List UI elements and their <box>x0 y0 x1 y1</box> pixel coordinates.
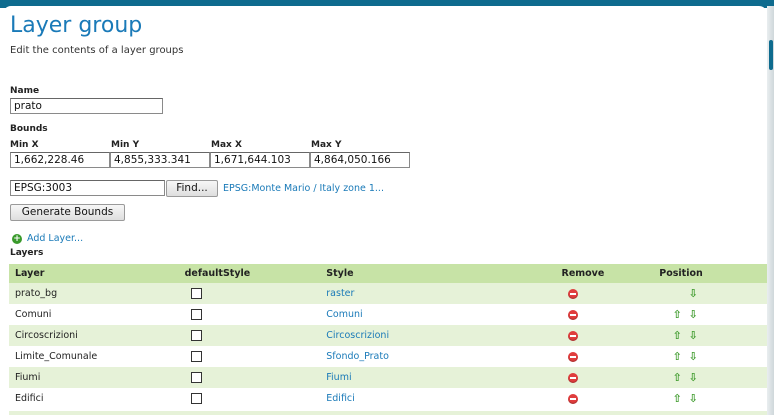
arrow-up-icon[interactable]: ⇧ <box>672 371 682 384</box>
table-row: Fiumi Fiumi ⇧ ⇩ <box>9 367 767 388</box>
name-label: Name <box>10 86 40 96</box>
layer-name: Comuni <box>9 304 185 325</box>
col-style: Style <box>326 264 562 283</box>
style-link[interactable]: Comuni <box>326 309 362 320</box>
maxx-input[interactable]: 1,671,644.103 <box>210 152 310 168</box>
style-link[interactable]: Edifici <box>326 393 355 404</box>
layer-name: Limite_Comunale <box>9 346 185 367</box>
style-link[interactable]: raster <box>326 288 354 299</box>
table-row: prato_bg raster ⇩ <box>9 283 767 304</box>
layer-name: Circoscrizioni <box>9 325 185 346</box>
minx-label: Min X <box>10 140 39 150</box>
arrow-down-icon[interactable]: ⇩ <box>688 287 698 300</box>
style-link[interactable]: Sfondo_Prato <box>326 351 389 362</box>
crs-link[interactable]: EPSG:Monte Mario / Italy zone 1... <box>223 183 384 194</box>
scrollbar[interactable] <box>767 6 774 415</box>
default-style-checkbox[interactable] <box>190 393 202 404</box>
scrollbar-thumb[interactable] <box>769 40 773 70</box>
add-layer-link[interactable]: Add Layer... <box>27 233 83 244</box>
maxy-label: Max Y <box>311 140 342 150</box>
default-style-checkbox[interactable] <box>190 330 202 341</box>
maxx-label: Max X <box>211 140 242 150</box>
table-row <box>9 411 767 415</box>
arrow-down-icon[interactable]: ⇩ <box>688 308 698 321</box>
layers-table: Layer defaultStyle Style Remove Position… <box>9 264 767 409</box>
name-input[interactable]: prato <box>10 98 163 114</box>
table-row: Edifici Edifici ⇧ ⇩ <box>9 388 767 409</box>
minx-input[interactable]: 1,662,228.46 <box>10 152 110 168</box>
layers-label: Layers <box>10 248 44 258</box>
table-row: Circoscrizioni Circoscrizioni ⇧ ⇩ <box>9 325 767 346</box>
arrow-up-icon[interactable]: ⇧ <box>672 350 682 363</box>
default-style-checkbox[interactable] <box>190 372 202 383</box>
table-row: Comuni Comuni ⇧ ⇩ <box>9 304 767 325</box>
minus-circle-icon[interactable] <box>567 372 578 383</box>
col-layer: Layer <box>9 264 185 283</box>
page-subtitle: Edit the contents of a layer groups <box>10 45 184 56</box>
plus-circle-icon[interactable]: + <box>12 234 22 244</box>
generate-bounds-button[interactable]: Generate Bounds <box>10 204 125 221</box>
arrow-up-icon[interactable]: ⇧ <box>672 329 682 342</box>
style-link[interactable]: Circoscrizioni <box>326 330 389 341</box>
minus-circle-icon[interactable] <box>567 351 578 362</box>
arrow-up-icon[interactable]: ⇧ <box>672 308 682 321</box>
minus-circle-icon[interactable] <box>567 309 578 320</box>
find-button[interactable]: Find... <box>166 180 218 197</box>
minus-circle-icon[interactable] <box>567 330 578 341</box>
layer-name: Edifici <box>9 388 185 409</box>
miny-label: Min Y <box>111 140 140 150</box>
col-default-style: defaultStyle <box>184 264 327 283</box>
col-position: Position <box>659 264 767 283</box>
style-link[interactable]: Fiumi <box>326 372 351 383</box>
bounds-label: Bounds <box>10 124 48 134</box>
layer-name: prato_bg <box>9 283 185 304</box>
page-title: Layer group <box>10 13 143 38</box>
table-row: Limite_Comunale Sfondo_Prato ⇧ ⇩ <box>9 346 767 367</box>
arrow-down-icon[interactable]: ⇩ <box>688 329 698 342</box>
layer-name: Fiumi <box>9 367 185 388</box>
arrow-down-icon[interactable]: ⇩ <box>688 371 698 384</box>
miny-input[interactable]: 4,855,333.341 <box>110 152 210 168</box>
col-remove: Remove <box>561 264 660 283</box>
arrow-down-icon[interactable]: ⇩ <box>688 392 698 405</box>
table-header-row: Layer defaultStyle Style Remove Position <box>9 264 767 283</box>
default-style-checkbox[interactable] <box>190 351 202 362</box>
default-style-checkbox[interactable] <box>190 288 202 299</box>
crs-input[interactable]: EPSG:3003 <box>10 180 165 196</box>
arrow-down-icon[interactable]: ⇩ <box>688 350 698 363</box>
maxy-input[interactable]: 4,864,050.166 <box>310 152 410 168</box>
arrow-up-icon[interactable]: ⇧ <box>672 392 682 405</box>
default-style-checkbox[interactable] <box>190 309 202 320</box>
minus-circle-icon[interactable] <box>567 288 578 299</box>
minus-circle-icon[interactable] <box>567 393 578 404</box>
